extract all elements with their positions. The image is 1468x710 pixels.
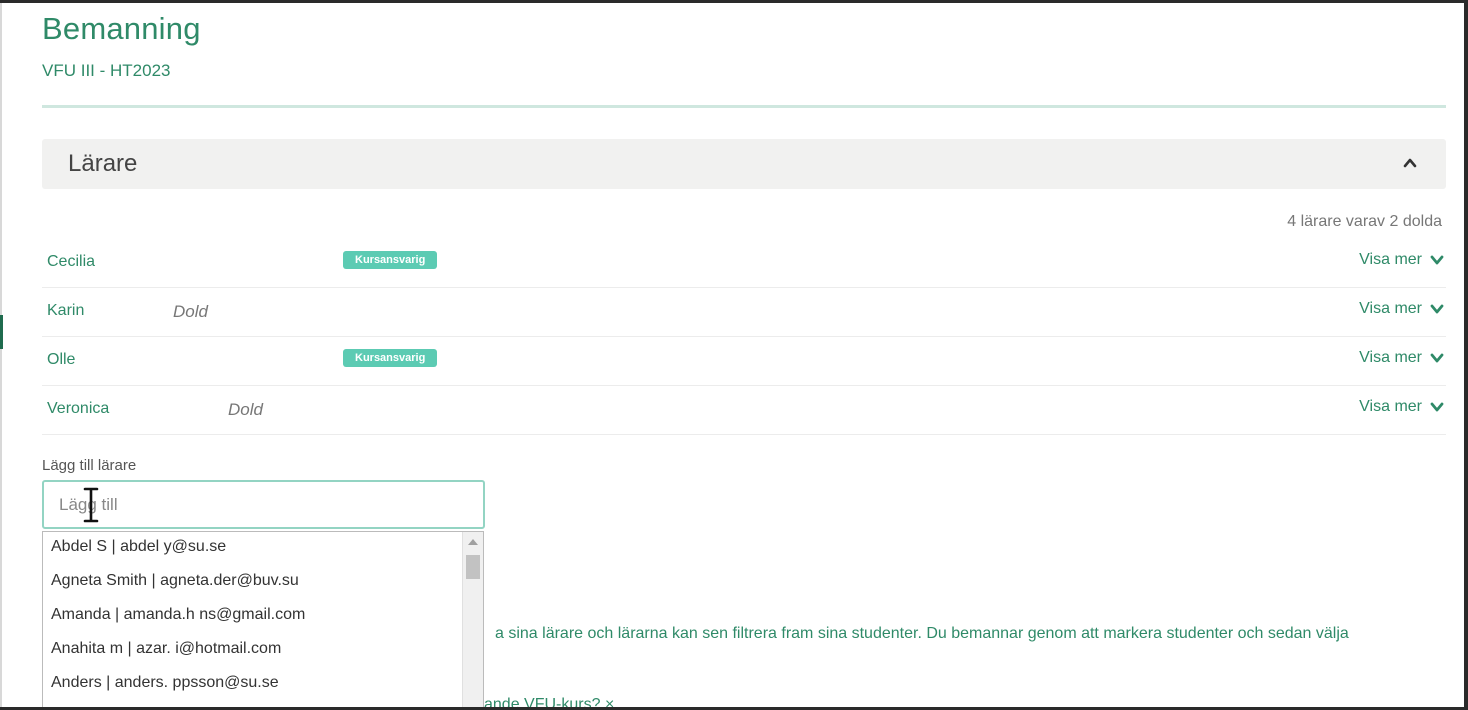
- text-cursor-icon: [83, 487, 99, 523]
- teacher-name[interactable]: Olle: [47, 351, 75, 369]
- show-more-button[interactable]: Visa mer: [1359, 300, 1444, 318]
- suggestion-item[interactable]: Agneta Smith | agneta.der@buv.su: [43, 566, 461, 600]
- suggestion-item[interactable]: Amanda | amanda.h ns@gmail.com: [43, 600, 461, 634]
- teacher-suggestion-list: Abdel S | abdel y@su.se Agneta Smith | a…: [42, 531, 484, 707]
- teacher-row: Olle Kursansvarig Visa mer: [42, 337, 1446, 386]
- add-teacher-input[interactable]: [42, 480, 485, 529]
- teacher-name[interactable]: Cecilia: [47, 253, 95, 271]
- show-more-label: Visa mer: [1359, 300, 1422, 317]
- kursansvarig-badge: Kursansvarig: [343, 349, 438, 367]
- bottom-link[interactable]: ande VFU-kurs? ×: [484, 696, 614, 707]
- teacher-name[interactable]: Karin: [47, 302, 84, 320]
- teacher-row: Cecilia Kursansvarig Visa mer: [42, 239, 1446, 288]
- show-more-label: Visa mer: [1359, 398, 1422, 415]
- left-border: [0, 3, 2, 707]
- show-more-label: Visa mer: [1359, 349, 1422, 366]
- chevron-down-icon: [1430, 304, 1444, 314]
- teachers-panel-header[interactable]: Lärare: [42, 139, 1446, 189]
- left-active-marker: [0, 315, 3, 349]
- hidden-label: Dold: [228, 400, 263, 419]
- add-teacher-label: Lägg till lärare: [42, 457, 137, 474]
- chevron-down-icon: [1430, 402, 1444, 412]
- teacher-row: Karin Dold Visa mer: [42, 288, 1446, 337]
- teacher-list: Cecilia Kursansvarig Visa mer Karin Dold…: [42, 239, 1446, 435]
- hidden-label: Dold: [173, 302, 208, 321]
- page-title: Bemanning: [42, 11, 201, 46]
- suggestion-item[interactable]: Anahita m | azar. i@hotmail.com: [43, 634, 461, 668]
- chevron-down-icon: [1430, 353, 1444, 363]
- show-more-label: Visa mer: [1359, 251, 1422, 268]
- teacher-count: 4 lärare varav 2 dolda: [1287, 213, 1442, 230]
- chevron-down-icon: [1430, 255, 1444, 265]
- page-frame: Bemanning VFU III - HT2023 Lärare 4 lära…: [0, 0, 1468, 710]
- panel-title: Lärare: [68, 150, 138, 177]
- page-subtitle: VFU III - HT2023: [42, 61, 171, 80]
- suggestion-item[interactable]: Abdel S | abdel y@su.se: [43, 532, 461, 566]
- teacher-row: Veronica Dold Visa mer: [42, 386, 1446, 435]
- show-more-button[interactable]: Visa mer: [1359, 251, 1444, 269]
- teacher-name[interactable]: Veronica: [47, 400, 109, 418]
- show-more-button[interactable]: Visa mer: [1359, 398, 1444, 416]
- chevron-up-icon[interactable]: [1402, 155, 1418, 171]
- title-divider: [42, 105, 1446, 108]
- suggestion-item[interactable]: Anders | anders. ppsson@su.se: [43, 668, 461, 702]
- scroll-up-arrow-icon[interactable]: [468, 539, 478, 545]
- suggestion-scrollbar[interactable]: [462, 532, 483, 707]
- kursansvarig-badge: Kursansvarig: [343, 251, 438, 269]
- show-more-button[interactable]: Visa mer: [1359, 349, 1444, 367]
- scroll-thumb[interactable]: [466, 555, 480, 579]
- info-text: a sina lärare och lärarna kan sen filtre…: [495, 625, 1349, 642]
